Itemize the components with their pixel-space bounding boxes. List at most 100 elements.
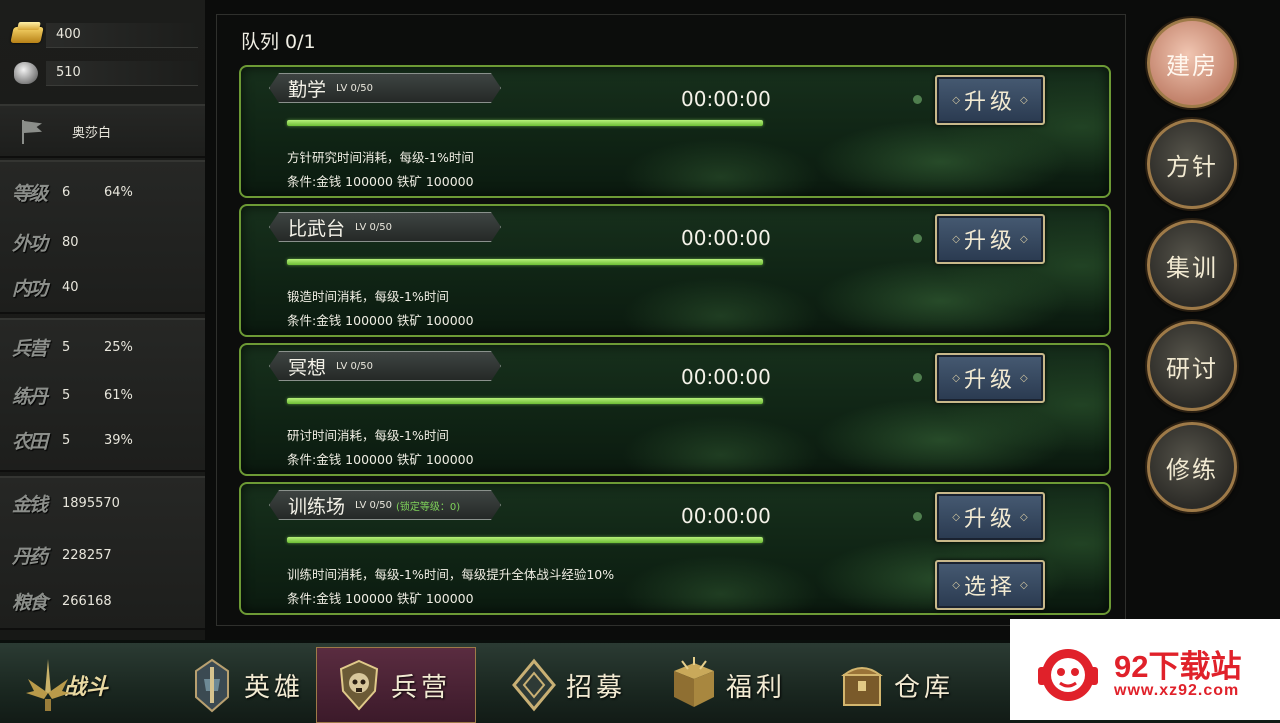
stat-label: 农田: [12, 430, 48, 453]
stat-row-farmland: 农田 5 39%: [0, 425, 205, 455]
stat-label: 外功: [12, 232, 48, 255]
building-name-plate: 勤学 LV 0/50: [269, 73, 501, 103]
menu-cultivate-button[interactable]: 修练: [1147, 422, 1237, 512]
stat-value: 40: [62, 279, 79, 295]
building-name-plate: 比武台 LV 0/50: [269, 212, 501, 242]
gold-value: 400: [46, 22, 198, 48]
nav-label: 英雄: [244, 672, 305, 703]
building-name-plate: 冥想 LV 0/50: [269, 351, 501, 381]
building-level: LV 0/50: [355, 499, 392, 511]
nav-label: 兵营: [391, 672, 452, 703]
select-button[interactable]: ◇ 选择 ◇: [935, 560, 1045, 610]
stat-percent: 25%: [104, 339, 133, 355]
player-name-block: 奥莎白: [0, 104, 205, 158]
select-button-label: 选择: [963, 575, 1016, 600]
upgrade-condition: 条件:金钱 100000 铁矿 100000: [287, 313, 474, 328]
stat-label: 丹药: [12, 545, 48, 568]
nav-welfare[interactable]: 福利: [652, 647, 812, 723]
menu-label: 修练: [1166, 455, 1218, 484]
menu-label: 方针: [1166, 152, 1218, 181]
upgrade-timer: 00:00:00: [681, 226, 771, 250]
building-level: LV 0/50: [355, 221, 392, 233]
nav-battle[interactable]: 战斗: [0, 647, 160, 723]
stat-row-barracks: 兵营 5 25%: [0, 332, 205, 362]
skull-shield-icon: [339, 659, 379, 711]
menu-build-button[interactable]: 建房: [1147, 18, 1237, 108]
building-name: 训练场: [288, 495, 346, 518]
menu-training-button[interactable]: 集训: [1147, 220, 1237, 310]
diamond-emblem-icon: [512, 658, 556, 712]
stat-value: 6: [62, 184, 71, 200]
upgrade-timer: 00:00:00: [681, 87, 771, 111]
upgrade-button[interactable]: ◇ 升级 ◇: [935, 492, 1045, 542]
upgrade-button[interactable]: ◇ 升级 ◇: [935, 75, 1045, 125]
menu-label: 集训: [1166, 253, 1218, 282]
stat-row-alchemy: 练丹 5 61%: [0, 380, 205, 410]
watermark-title: 92下载站: [1114, 649, 1242, 684]
nav-hero[interactable]: 英雄: [170, 647, 330, 723]
iron-resource: 510: [8, 58, 198, 88]
stat-percent: 64%: [104, 184, 133, 200]
upgrade-button-label: 升级: [963, 507, 1016, 532]
attribute-block: 等级 6 64% 外功 80 内功 40: [0, 160, 205, 314]
building-name: 比武台: [288, 217, 346, 240]
stat-row-grain: 粮食 266168: [0, 586, 205, 616]
stat-label: 等级: [12, 182, 48, 205]
building-level: LV 0/50: [336, 82, 373, 94]
upgrade-button[interactable]: ◇ 升级 ◇: [935, 214, 1045, 264]
stat-percent: 39%: [104, 432, 133, 448]
stat-row-internal: 内功 40: [0, 272, 205, 302]
stat-value: 1895570: [62, 495, 120, 511]
watermark-logo-icon: [1038, 649, 1098, 701]
player-status-panel: 400 510 奥莎白 等级 6 64% 外功 80 内功 40 兵营 5 25…: [0, 0, 205, 640]
upgrade-timer: 00:00:00: [681, 365, 771, 389]
progress-bar: [287, 259, 763, 265]
building-description: 方针研究时间消耗，每级-1%时间: [287, 150, 474, 165]
stat-label: 粮食: [12, 591, 48, 614]
building-queue-panel: 队列 0/1 勤学 LV 0/50 00:00:00 方针研究时间消耗，每级-1…: [216, 14, 1126, 626]
upgrade-button-label: 升级: [963, 368, 1016, 393]
nav-warehouse[interactable]: 仓库: [820, 647, 980, 723]
lock-level-note: (锁定等级：0): [395, 501, 461, 513]
stat-row-external: 外功 80: [0, 227, 205, 257]
stat-value: 266168: [62, 593, 112, 609]
stat-row-level: 等级 6 64%: [0, 177, 205, 207]
stat-label: 练丹: [12, 385, 48, 408]
nav-recruit[interactable]: 招募: [492, 647, 652, 723]
building-name-plate: 训练场 LV 0/50 (锁定等级：0): [269, 490, 501, 520]
stat-value: 5: [62, 432, 71, 448]
building-name: 勤学: [288, 78, 327, 101]
iron-value: 510: [46, 60, 198, 86]
menu-research-button[interactable]: 研讨: [1147, 321, 1237, 411]
building-description: 锻造时间消耗，每级-1%时间: [287, 289, 449, 304]
sword-wings-icon: [26, 659, 70, 711]
treasure-chest-icon: [841, 667, 883, 706]
stat-row-money: 金钱 1895570: [0, 488, 205, 518]
stat-label: 金钱: [12, 493, 48, 516]
helmet-icon: [195, 658, 229, 713]
status-dot: [913, 373, 922, 382]
upgrade-timer: 00:00:00: [681, 504, 771, 528]
status-dot: [913, 512, 922, 521]
nav-label: 福利: [726, 672, 787, 703]
building-card-qinxue: 勤学 LV 0/50 00:00:00 方针研究时间消耗，每级-1%时间 条件:…: [239, 65, 1111, 198]
building-card-xunlianchang: 训练场 LV 0/50 (锁定等级：0) 00:00:00 训练时间消耗，每级-…: [239, 482, 1111, 615]
upgrade-button[interactable]: ◇ 升级 ◇: [935, 353, 1045, 403]
building-card-biwutai: 比武台 LV 0/50 00:00:00 锻造时间消耗，每级-1%时间 条件:金…: [239, 204, 1111, 337]
building-description: 训练时间消耗，每级-1%时间，每级提升全体战斗经验10%: [287, 567, 615, 582]
menu-label: 建房: [1166, 51, 1218, 80]
building-level: LV 0/50: [336, 360, 373, 372]
stat-label: 兵营: [12, 337, 48, 360]
stat-value: 5: [62, 387, 71, 403]
building-name: 冥想: [288, 356, 327, 379]
upgrade-button-label: 升级: [963, 229, 1016, 254]
upgrade-button-label: 升级: [963, 90, 1016, 115]
player-name: 奥莎白: [72, 125, 112, 141]
iron-ore-icon: [8, 61, 46, 85]
menu-policy-button[interactable]: 方针: [1147, 119, 1237, 209]
nav-label: 仓库: [894, 672, 955, 703]
flag-icon: [18, 118, 46, 144]
nav-barracks[interactable]: 兵营: [316, 647, 476, 723]
building-level-block: 兵营 5 25% 练丹 5 61% 农田 5 39%: [0, 318, 205, 472]
stat-value: 80: [62, 234, 79, 250]
